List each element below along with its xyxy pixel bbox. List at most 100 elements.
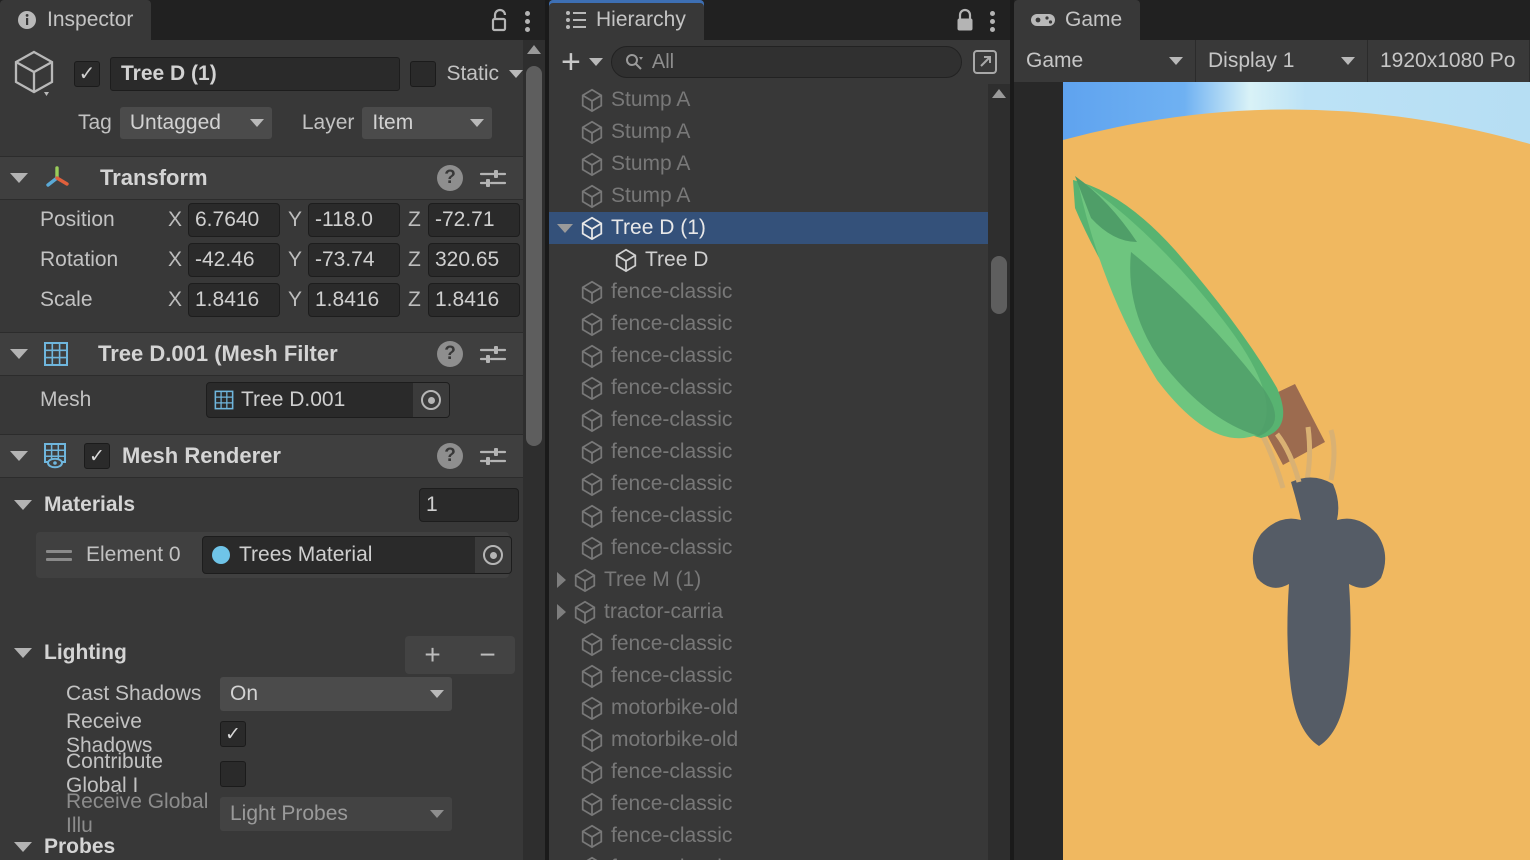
hierarchy-row[interactable]: Stump A <box>549 180 1010 212</box>
mesh-renderer-component-header[interactable]: ✓ Mesh Renderer ? <box>0 434 545 478</box>
gameobject-cube-icon <box>579 855 605 860</box>
hierarchy-tree[interactable]: Stump A Stump A Stump A Stump A Tree D (1) Tr… <box>549 84 1010 860</box>
mesh-filter-component-header[interactable]: Tree D.001 (Mesh Filter ? <box>0 332 545 376</box>
hierarchy-row[interactable]: fence-classic <box>549 404 1010 436</box>
hierarchy-row[interactable]: Tree D <box>549 244 1010 276</box>
materials-foldout-row[interactable]: Materials 1 <box>0 484 545 526</box>
hierarchy-row[interactable]: motorbike-old <box>549 724 1010 756</box>
static-checkbox[interactable] <box>410 61 437 87</box>
disclosure-closed-icon[interactable] <box>557 572 566 588</box>
help-icon[interactable]: ? <box>437 341 463 367</box>
hierarchy-row-selected[interactable]: Tree D (1) <box>549 212 1010 244</box>
kebab-menu-icon[interactable] <box>990 7 996 33</box>
cast-shadows-dropdown[interactable]: On <box>220 677 452 711</box>
rotation-y-field[interactable]: -73.74 <box>308 243 400 277</box>
remove-element-button[interactable]: − <box>479 641 495 669</box>
preset-sliders-icon[interactable] <box>479 444 507 468</box>
hierarchy-row[interactable]: Tree M (1) <box>549 564 1010 596</box>
lock-closed-icon[interactable] <box>954 7 976 33</box>
disclosure-closed-icon[interactable] <box>557 604 566 620</box>
hierarchy-row[interactable]: fence-classic <box>549 500 1010 532</box>
hierarchy-row[interactable]: fence-classic <box>549 852 1010 860</box>
kebab-menu-icon[interactable] <box>525 7 531 33</box>
hierarchy-row[interactable]: tractor-carria <box>549 596 1010 628</box>
layer-dropdown[interactable]: Item <box>362 107 493 139</box>
gameobject-name-field[interactable]: Tree D (1) <box>110 57 401 91</box>
create-dropdown-caret-icon[interactable] <box>588 58 603 66</box>
resolution-dropdown[interactable]: 1920x1080 Po <box>1368 40 1530 82</box>
hierarchy-row[interactable]: fence-classic <box>549 628 1010 660</box>
materials-size-field[interactable]: 1 <box>419 488 519 522</box>
inspector-scrollbar[interactable] <box>523 40 545 860</box>
disclosure-open-icon[interactable] <box>557 223 573 233</box>
inspector-scrollbar-thumb[interactable] <box>526 66 542 446</box>
transform-foldout-icon[interactable] <box>10 173 28 183</box>
hierarchy-row[interactable]: fence-classic <box>549 436 1010 468</box>
probes-foldout-row[interactable]: Probes <box>0 834 545 860</box>
scale-x-field[interactable]: 1.8416 <box>188 283 280 317</box>
search-input[interactable]: All <box>610 46 962 78</box>
contribute-gi-checkbox[interactable] <box>220 761 246 787</box>
hierarchy-row[interactable]: fence-classic <box>549 756 1010 788</box>
mesh-object-field[interactable]: Tree D.001 <box>206 382 450 418</box>
position-y-field[interactable]: -118.0 <box>308 203 400 237</box>
create-button[interactable]: + <box>561 45 581 79</box>
hierarchy-row[interactable]: fence-classic <box>549 468 1010 500</box>
probes-foldout-icon[interactable] <box>14 842 32 852</box>
game-viewport[interactable] <box>1063 82 1530 860</box>
preset-sliders-icon[interactable] <box>479 342 507 366</box>
help-icon[interactable]: ? <box>437 443 463 469</box>
material-picker-button[interactable] <box>475 537 511 573</box>
receive-shadows-checkbox[interactable]: ✓ <box>220 721 246 747</box>
scale-y-field[interactable]: 1.8416 <box>308 283 400 317</box>
tab-game[interactable]: Game <box>1014 0 1141 40</box>
scroll-up-arrow-icon[interactable] <box>992 89 1006 98</box>
hierarchy-row[interactable]: fence-classic <box>549 340 1010 372</box>
mesh-picker-button[interactable] <box>413 383 449 417</box>
hierarchy-row[interactable]: motorbike-old <box>549 692 1010 724</box>
hierarchy-row[interactable]: Stump A <box>549 84 1010 116</box>
hierarchy-row[interactable]: fence-classic <box>549 276 1010 308</box>
game-mode-dropdown[interactable]: Game <box>1014 40 1196 82</box>
drag-handle-icon[interactable] <box>46 549 72 561</box>
scale-z-field[interactable]: 1.8416 <box>428 283 520 317</box>
help-icon[interactable]: ? <box>437 165 463 191</box>
inspector-body: ✓ Tree D (1) Static Tag Untagged Layer I… <box>0 40 545 860</box>
hierarchy-scrollbar-thumb[interactable] <box>991 256 1007 314</box>
rotation-x-field[interactable]: -42.46 <box>188 243 280 277</box>
mesh-grid-icon <box>207 389 235 411</box>
display-dropdown[interactable]: Display 1 <box>1196 40 1368 82</box>
lock-open-icon[interactable] <box>489 7 511 33</box>
hierarchy-row[interactable]: fence-classic <box>549 820 1010 852</box>
lighting-foldout-icon[interactable] <box>14 648 32 658</box>
hierarchy-row[interactable]: fence-classic <box>549 308 1010 340</box>
hierarchy-scrollbar[interactable] <box>988 84 1010 860</box>
hierarchy-row[interactable]: fence-classic <box>549 372 1010 404</box>
tab-hierarchy[interactable]: Hierarchy <box>549 0 704 40</box>
material-object-field[interactable]: Trees Material <box>202 536 512 574</box>
preset-sliders-icon[interactable] <box>479 166 507 190</box>
hierarchy-row-label: fence-classic <box>611 760 733 783</box>
materials-foldout-icon[interactable] <box>14 500 32 510</box>
transform-component-header[interactable]: Transform ? <box>0 156 545 200</box>
position-z-field[interactable]: -72.71 <box>428 203 520 237</box>
mesh-renderer-foldout-icon[interactable] <box>10 451 28 461</box>
hierarchy-row[interactable]: fence-classic <box>549 660 1010 692</box>
mesh-renderer-enabled-checkbox[interactable]: ✓ <box>84 443 110 469</box>
position-x-field[interactable]: 6.7640 <box>188 203 280 237</box>
resolution-value: 1920x1080 Po <box>1380 49 1516 72</box>
hierarchy-row[interactable]: Stump A <box>549 116 1010 148</box>
materials-label: Materials <box>44 493 136 516</box>
static-dropdown-caret-icon[interactable] <box>509 70 523 78</box>
mesh-filter-foldout-icon[interactable] <box>10 349 28 359</box>
tag-dropdown[interactable]: Untagged <box>119 107 272 139</box>
hierarchy-row[interactable]: fence-classic <box>549 532 1010 564</box>
gameobject-enabled-checkbox[interactable]: ✓ <box>74 61 100 87</box>
hierarchy-row[interactable]: fence-classic <box>549 788 1010 820</box>
add-element-button[interactable]: + <box>424 641 440 669</box>
expand-window-icon[interactable] <box>970 47 1000 77</box>
tab-inspector[interactable]: Inspector <box>0 0 152 40</box>
rotation-z-field[interactable]: 320.65 <box>428 243 520 277</box>
scroll-up-arrow-icon[interactable] <box>527 45 541 54</box>
hierarchy-row[interactable]: Stump A <box>549 148 1010 180</box>
